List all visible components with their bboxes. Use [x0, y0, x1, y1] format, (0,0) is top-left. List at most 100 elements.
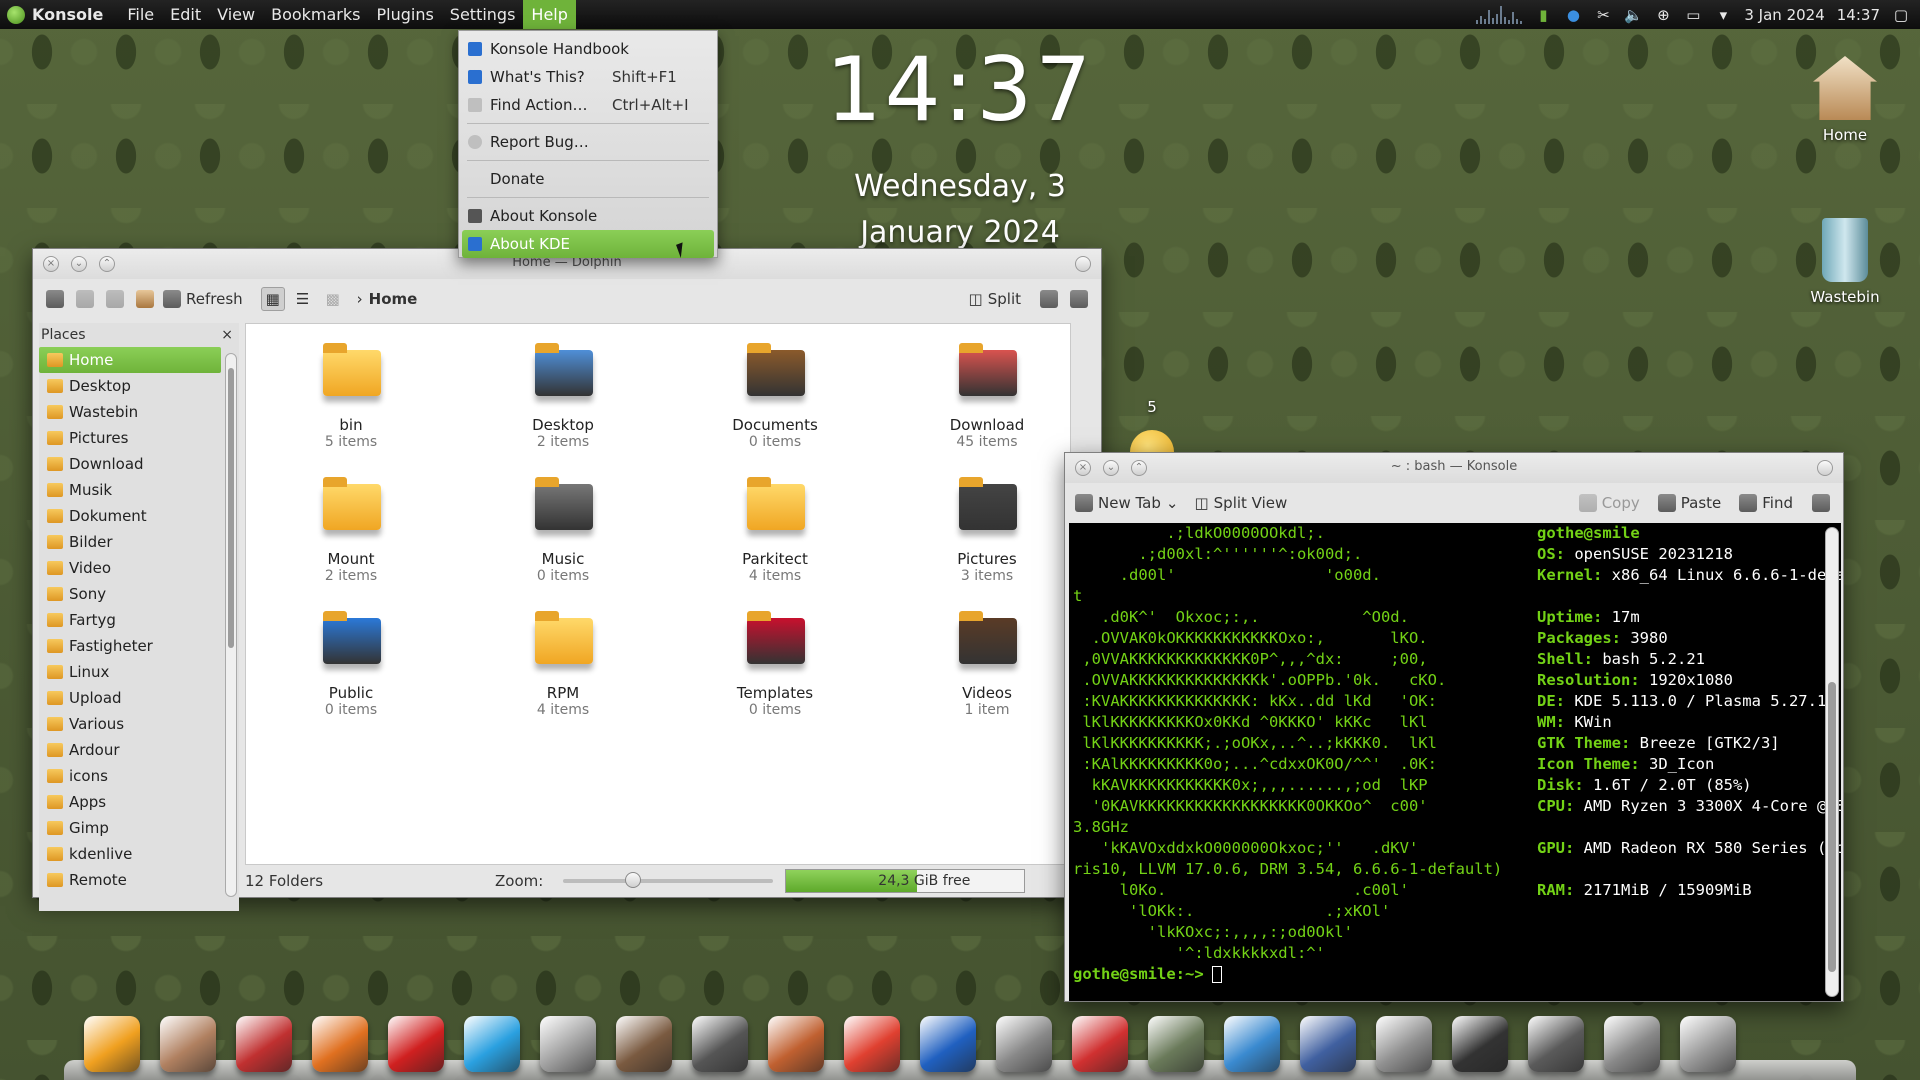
file-item[interactable]: Public 0 items	[266, 604, 436, 718]
show-desktop-icon[interactable]: ▢	[1892, 6, 1910, 24]
desktop-home[interactable]: Home	[1790, 56, 1900, 144]
place-item[interactable]: Ardour	[39, 737, 221, 763]
place-item[interactable]: Fastigheter	[39, 633, 221, 659]
menu-item-report-bug[interactable]: Report Bug…	[462, 128, 714, 156]
split-view-button[interactable]: ◫ Split View	[1194, 491, 1287, 515]
arrow-app-icon[interactable]	[844, 1016, 900, 1072]
scissors-icon[interactable]: ✂	[1594, 6, 1612, 24]
kdenlive-icon[interactable]	[616, 1016, 672, 1072]
forward-button[interactable]	[103, 287, 127, 311]
place-item[interactable]: Sony	[39, 581, 221, 607]
maximize-button[interactable]: ⌃	[99, 256, 115, 272]
konsole-titlebar[interactable]: × ⌄ ⌃ ~ : bash — Konsole	[1065, 453, 1843, 483]
place-item[interactable]: Pictures	[39, 425, 221, 451]
place-item[interactable]: Various	[39, 711, 221, 737]
up-button[interactable]	[43, 287, 67, 311]
paste-button[interactable]: Paste	[1657, 491, 1721, 515]
place-item[interactable]: Musik	[39, 477, 221, 503]
file-item[interactable]: Documents 0 items	[690, 336, 860, 450]
panel-date[interactable]: 3 Jan 2024	[1744, 6, 1824, 24]
copy-button[interactable]: Copy	[1578, 491, 1640, 515]
place-item[interactable]: Download	[39, 451, 221, 477]
terminal-scrollbar[interactable]	[1825, 527, 1839, 997]
place-item[interactable]: Fartyg	[39, 607, 221, 633]
details-view-button[interactable]: ☰	[291, 287, 315, 311]
volume-icon[interactable]: 🔈	[1624, 6, 1643, 24]
place-item[interactable]: Remote	[39, 867, 221, 893]
place-item[interactable]: Linux	[39, 659, 221, 685]
file-item[interactable]: Templates 0 items	[690, 604, 860, 718]
place-item[interactable]: Dokument	[39, 503, 221, 529]
terminal-screen[interactable]: .;ldkO0000OOkdl;. gothe@smile .;d00xl:^'…	[1069, 523, 1841, 1001]
tray-expand-icon[interactable]: ▾	[1714, 6, 1732, 24]
menu-file[interactable]: File	[119, 0, 162, 29]
kde-logo-icon[interactable]	[7, 5, 25, 24]
system-monitor-graph[interactable]	[1476, 5, 1523, 24]
find-button[interactable]: Find	[1739, 491, 1793, 515]
compact-view-button[interactable]: ▩	[321, 287, 345, 311]
lock-icon[interactable]: ▮	[1534, 6, 1552, 24]
menu-item-about-konsole[interactable]: About Konsole	[462, 202, 714, 230]
thunderbird-icon[interactable]	[312, 1016, 368, 1072]
menu-help[interactable]: Help	[523, 0, 576, 29]
place-item[interactable]: icons	[39, 763, 221, 789]
place-item[interactable]: Video	[39, 555, 221, 581]
blender-icon[interactable]	[768, 1016, 824, 1072]
place-item[interactable]: Gimp	[39, 815, 221, 841]
place-item[interactable]: Wastebin	[39, 399, 221, 425]
file-item[interactable]: Desktop 2 items	[478, 336, 648, 450]
word-icon[interactable]	[920, 1016, 976, 1072]
home-button[interactable]	[133, 287, 157, 311]
minimize-button[interactable]: ⌄	[1103, 460, 1119, 476]
close-button[interactable]: ×	[1075, 460, 1091, 476]
tools-icon[interactable]	[1376, 1016, 1432, 1072]
place-item[interactable]: kdenlive	[39, 841, 221, 867]
file-item[interactable]: Music 0 items	[478, 470, 648, 584]
file-item[interactable]: Parkitect 4 items	[690, 470, 860, 584]
gimp-icon[interactable]	[236, 1016, 292, 1072]
menu-item-handbook[interactable]: Konsole Handbook	[462, 35, 714, 63]
file-item[interactable]: bin 5 items	[266, 336, 436, 450]
menu-plugins[interactable]: Plugins	[368, 0, 441, 29]
file-item[interactable]: Mount 2 items	[266, 470, 436, 584]
menu-settings[interactable]: Settings	[442, 0, 524, 29]
window-menu-button[interactable]	[1817, 460, 1833, 476]
file-item[interactable]: RPM 4 items	[478, 604, 648, 718]
server-icon[interactable]	[1148, 1016, 1204, 1072]
refresh-button[interactable]: Refresh	[163, 287, 243, 311]
menu-item-find-action[interactable]: Find Action… Ctrl+Alt+I	[462, 91, 714, 119]
close-places-icon[interactable]: ×	[221, 323, 233, 347]
place-item[interactable]: Home	[39, 347, 221, 373]
minimize-button[interactable]: ⌄	[71, 256, 87, 272]
new-tab-button[interactable]: New Tab ⌄	[1075, 491, 1178, 515]
menu-item-donate[interactable]: Donate	[462, 165, 714, 193]
maximize-button[interactable]: ⌃	[1131, 460, 1147, 476]
menu-item-whats-this[interactable]: What's This? Shift+F1	[462, 63, 714, 91]
telegram-icon[interactable]	[464, 1016, 520, 1072]
pdf-icon[interactable]	[1072, 1016, 1128, 1072]
breadcrumb-home[interactable]: Home	[369, 290, 418, 308]
back-button[interactable]	[73, 287, 97, 311]
screen-icon[interactable]	[1528, 1016, 1584, 1072]
system-icon[interactable]	[1604, 1016, 1660, 1072]
youtube-icon[interactable]	[388, 1016, 444, 1072]
menu-bookmarks[interactable]: Bookmarks	[263, 0, 368, 29]
shopping-icon[interactable]	[1224, 1016, 1280, 1072]
place-item[interactable]: Apps	[39, 789, 221, 815]
calculator-icon[interactable]	[996, 1016, 1052, 1072]
hamburger-menu-button[interactable]	[1809, 491, 1833, 515]
icons-view-button[interactable]: ▦	[260, 287, 285, 311]
split-button[interactable]: ◫ Split	[969, 287, 1021, 311]
free-space-indicator[interactable]: 24,3 GiB free	[785, 869, 1026, 893]
places-scrollbar[interactable]	[225, 353, 237, 897]
hamburger-menu-button[interactable]	[1067, 287, 1091, 311]
zoom-slider[interactable]	[563, 872, 774, 888]
menu-view[interactable]: View	[209, 0, 263, 29]
file-item[interactable]: Videos 1 item	[902, 604, 1072, 718]
gauge-icon[interactable]	[1452, 1016, 1508, 1072]
inkscape-icon[interactable]	[540, 1016, 596, 1072]
desktop-wastebin[interactable]: Wastebin	[1790, 218, 1900, 306]
close-button[interactable]: ×	[43, 256, 59, 272]
file-item[interactable]: Download 45 items	[902, 336, 1072, 450]
zoom-slider-handle[interactable]	[625, 872, 642, 888]
